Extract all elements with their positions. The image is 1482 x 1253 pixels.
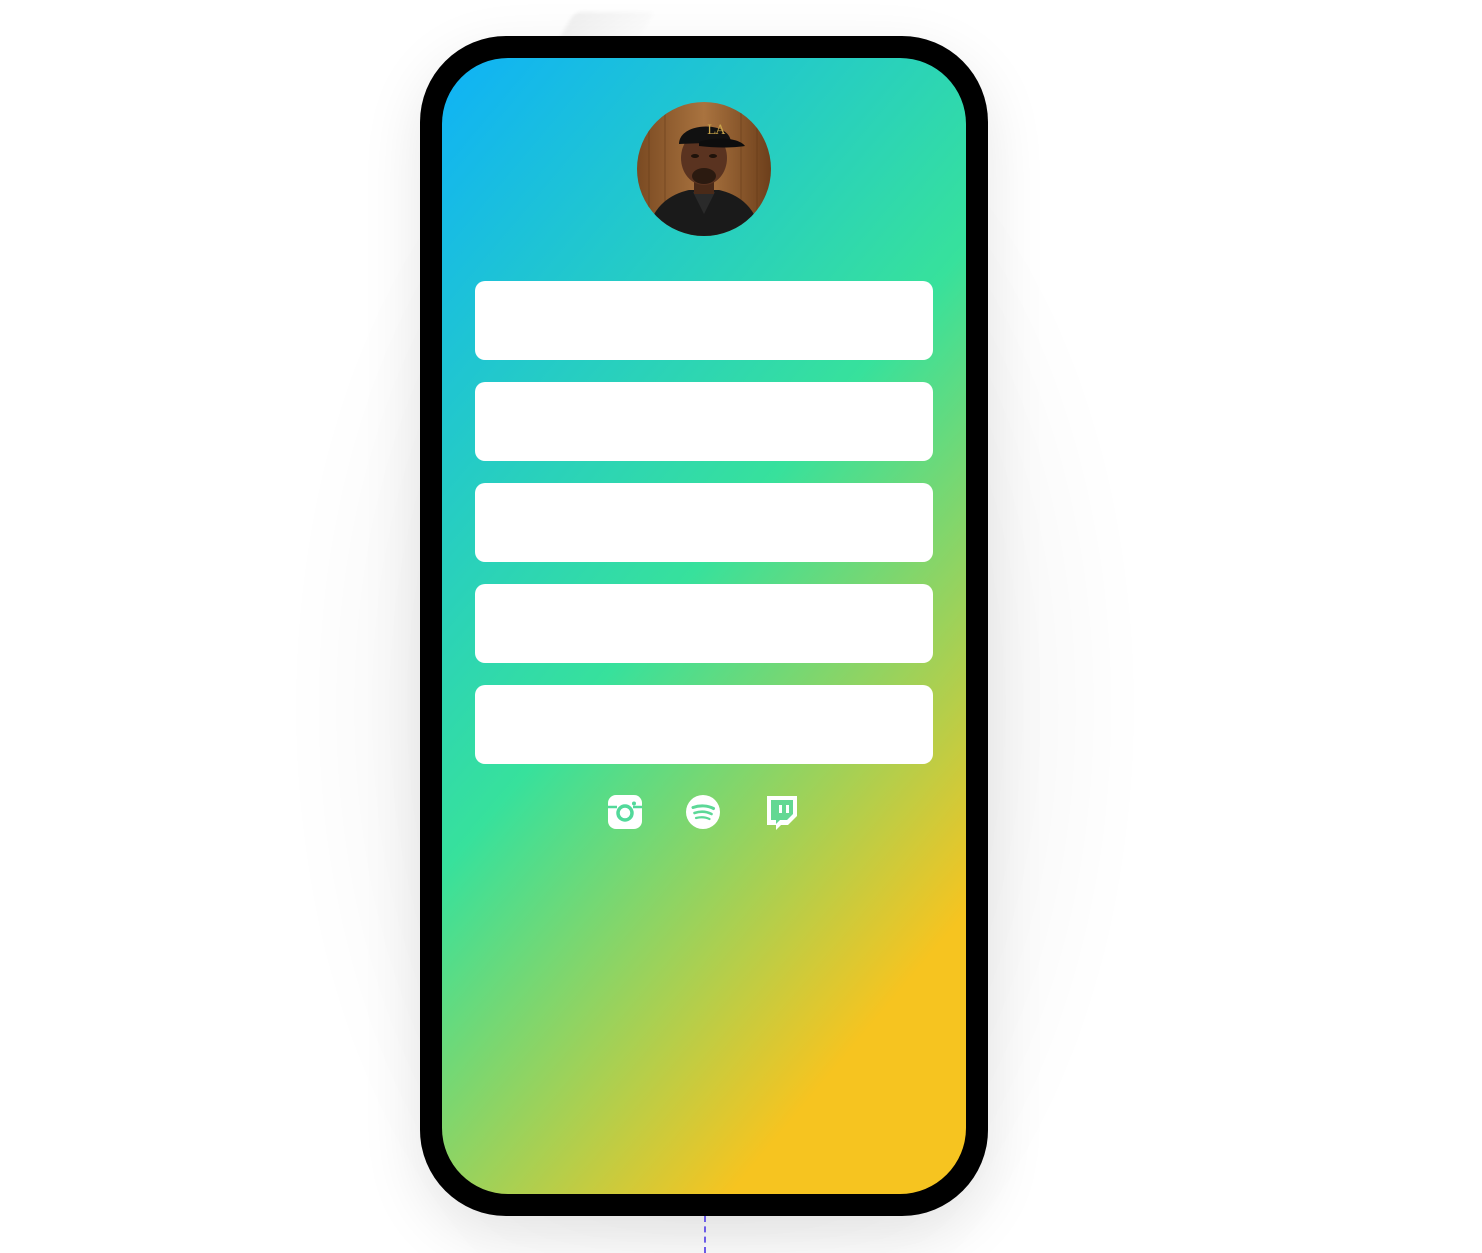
link-button-2[interactable] bbox=[475, 382, 933, 461]
link-button-1[interactable] bbox=[475, 281, 933, 360]
phone-frame: LA bbox=[420, 36, 988, 1216]
instagram-icon[interactable] bbox=[607, 794, 643, 830]
link-button-5[interactable] bbox=[475, 685, 933, 764]
canvas: LA bbox=[0, 0, 1482, 1253]
guide-line bbox=[704, 1216, 706, 1253]
svg-text:LA: LA bbox=[707, 123, 726, 138]
social-links bbox=[442, 794, 966, 834]
profile-avatar[interactable]: LA bbox=[637, 102, 771, 236]
spotify-icon[interactable] bbox=[685, 794, 721, 830]
profile-photo: LA bbox=[637, 102, 771, 236]
link-button-3[interactable] bbox=[475, 483, 933, 562]
phone-screen: LA bbox=[442, 58, 966, 1194]
link-button-4[interactable] bbox=[475, 584, 933, 663]
twitch-icon[interactable] bbox=[764, 794, 800, 830]
